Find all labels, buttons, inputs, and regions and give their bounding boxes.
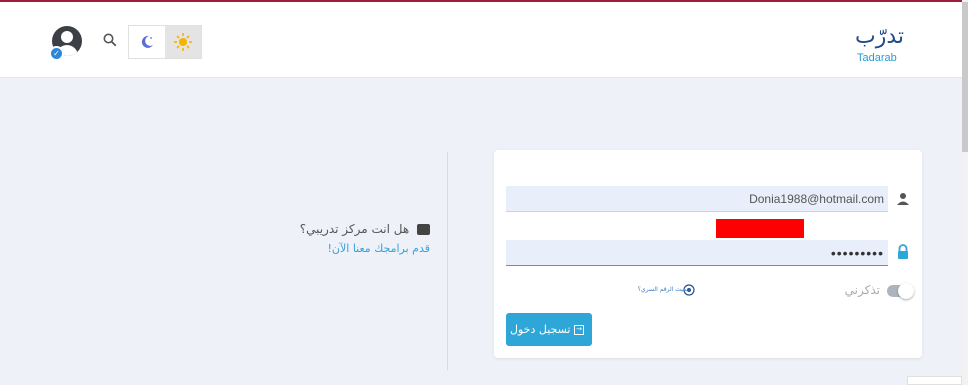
chat-widget-tab[interactable] [907, 376, 962, 385]
toggle-knob [898, 283, 914, 299]
forgot-password-link[interactable]: نسيت الرقم السري؟ [604, 286, 690, 293]
login-button-label: تسجيل دخول [510, 323, 571, 336]
presentation-icon [417, 224, 430, 235]
light-mode-button[interactable] [165, 26, 201, 58]
moon-icon [141, 35, 153, 48]
remember-me-toggle[interactable] [887, 283, 914, 299]
lock-icon [898, 244, 908, 259]
check-badge-icon: ✓ [49, 46, 64, 61]
sun-icon [174, 33, 192, 51]
remember-me-label: تذكرني [844, 283, 880, 297]
tadarab-logo[interactable]: تدرّب Tadarab [855, 24, 925, 68]
theme-toggle-group [128, 25, 202, 59]
login-card: Donia1988@hotmail.com ••••••••• تذكرني ن… [494, 150, 922, 358]
redaction-bar [716, 219, 804, 238]
training-center-question: هل انت مركز تدريبي؟ [299, 222, 410, 236]
search-icon[interactable] [103, 33, 117, 47]
user-icon [897, 193, 909, 205]
scrollbar-thumb[interactable] [962, 2, 968, 152]
training-center-block: هل انت مركز تدريبي؟ قدم برامجك معنا الآن… [255, 222, 430, 255]
password-field[interactable]: ••••••••• [506, 240, 888, 266]
vertical-divider [447, 152, 448, 370]
logo-latin-text: Tadarab [857, 52, 897, 64]
login-icon: → [574, 325, 584, 335]
dark-mode-button[interactable] [129, 26, 165, 58]
header-bar: ✓ تدرّب Tadarab [0, 2, 962, 78]
email-field[interactable]: Donia1988@hotmail.com [506, 186, 888, 212]
offer-programs-link[interactable]: قدم برامجك معنا الآن! [255, 242, 430, 255]
logo-arabic-text: تدرّب [855, 24, 905, 49]
login-button[interactable]: → تسجيل دخول [506, 313, 592, 346]
